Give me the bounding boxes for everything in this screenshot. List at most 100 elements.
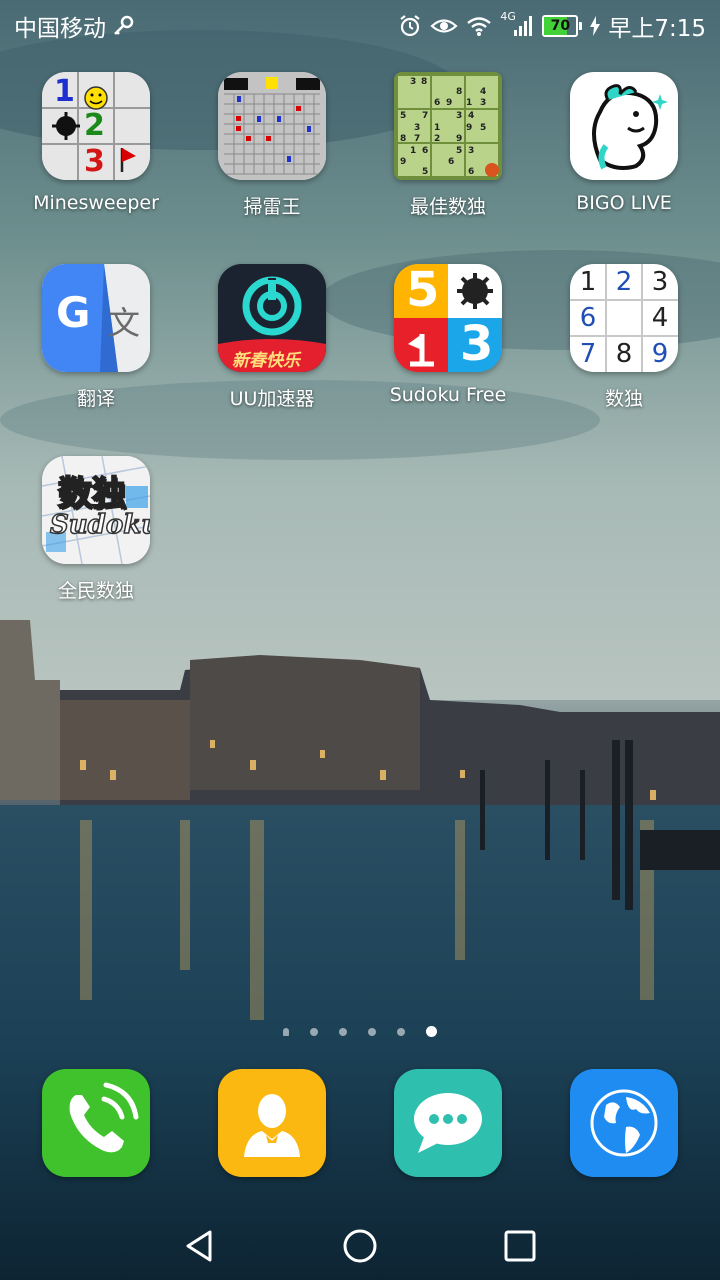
- translate-g: G: [56, 288, 91, 337]
- svg-text:9: 9: [400, 157, 406, 167]
- app-label: 全民数独: [57, 580, 134, 602]
- app-translate[interactable]: G 文 翻译: [8, 264, 184, 411]
- sudoku-cell: [606, 300, 642, 336]
- page-dot[interactable]: [282, 1027, 289, 1036]
- svg-text:5: 5: [400, 111, 406, 121]
- phone-icon: [42, 1069, 150, 1177]
- home-icon[interactable]: [340, 1226, 380, 1266]
- svg-text:5: 5: [456, 146, 462, 156]
- mine-digit-1: 1: [54, 74, 75, 109]
- messages-icon: [394, 1069, 502, 1177]
- app-bigo-live[interactable]: BIGO LIVE: [536, 72, 712, 214]
- carrier-name: 中国移动: [14, 16, 106, 42]
- app-label: 最佳数独: [409, 196, 486, 218]
- page-dot[interactable]: [309, 1027, 318, 1036]
- svg-text:3: 3: [456, 111, 462, 121]
- navigation-bar: [0, 1208, 720, 1280]
- svg-text:1: 1: [410, 146, 416, 156]
- sudoku-free-3: 3: [460, 316, 494, 372]
- sudoku-cell: 4: [651, 303, 669, 333]
- app-label: 翻译: [76, 388, 115, 410]
- translate-icon: G 文: [42, 264, 150, 372]
- app-minesweeper[interactable]: 1 2 3 Minesweeper: [8, 72, 184, 214]
- svg-text:2: 2: [434, 134, 440, 144]
- page-dot[interactable]: [338, 1027, 347, 1036]
- eye-comfort-icon: [430, 19, 458, 33]
- sudoku-free-5: 5: [406, 264, 440, 318]
- wifi-icon: [467, 17, 492, 36]
- app-sudoku-free[interactable]: 5 1 3 Sudoku Free: [360, 264, 536, 406]
- quanmin-sub: Sudoku: [49, 509, 150, 541]
- app-best-sudoku[interactable]: 3884 6913 5734 3195 8729 1653 9656 最佳数独: [360, 72, 536, 219]
- contacts-icon: [218, 1069, 326, 1177]
- app-label: 数独: [604, 388, 643, 410]
- svg-text:3: 3: [410, 77, 416, 87]
- dock-phone[interactable]: [8, 1069, 184, 1177]
- dock-messages[interactable]: [360, 1069, 536, 1177]
- app-label: UU加速器: [229, 388, 315, 410]
- charging-icon: [590, 16, 601, 36]
- minesweeper-icon: 1 2 3: [42, 72, 150, 180]
- mine-digit-2: 2: [84, 108, 105, 143]
- uu-banner-text: 新春快乐: [232, 351, 300, 371]
- sudoku-cell: 1: [579, 267, 597, 297]
- battery-level: 70: [550, 18, 571, 34]
- svg-text:3: 3: [414, 123, 420, 133]
- status-right: 4G 70 早上7:15: [398, 9, 706, 43]
- svg-text:6: 6: [448, 157, 454, 167]
- sudoku-icon: 1 2 3 6 4 7 8 9: [570, 264, 678, 372]
- svg-text:3: 3: [468, 146, 474, 156]
- status-bar: 中国移动 4G 70 早上7:15: [0, 0, 720, 50]
- uu-accelerator-icon: 新春快乐: [218, 264, 326, 372]
- recents-icon[interactable]: [500, 1226, 540, 1266]
- page-dot[interactable]: [368, 1027, 377, 1036]
- page-dot[interactable]: [397, 1027, 406, 1036]
- status-left: 中国移动: [14, 9, 134, 43]
- sudoku-free-icon: 5 1 3: [394, 264, 502, 372]
- dock-contacts[interactable]: [184, 1069, 360, 1177]
- app-label: BIGO LIVE: [576, 192, 672, 214]
- translate-wen: 文: [108, 304, 141, 342]
- app-uu-accelerator[interactable]: 新春快乐 UU加速器: [184, 264, 360, 411]
- svg-text:5: 5: [422, 167, 428, 177]
- quanmin-sudoku-icon: 数独 Sudoku: [42, 456, 150, 564]
- dock-browser[interactable]: [536, 1069, 712, 1177]
- page-indicator: [0, 1021, 720, 1040]
- svg-text:9: 9: [456, 134, 462, 144]
- svg-text:1: 1: [434, 123, 440, 133]
- svg-text:6: 6: [422, 146, 428, 156]
- sudoku-cell: 2: [615, 267, 633, 297]
- sudoku-cell: 3: [651, 267, 669, 297]
- svg-text:8: 8: [456, 87, 462, 97]
- svg-text:6: 6: [434, 98, 440, 108]
- svg-text:9: 9: [446, 98, 452, 108]
- page-dot-active[interactable]: [426, 1026, 438, 1037]
- alarm-icon: [400, 15, 421, 37]
- svg-text:8: 8: [400, 134, 406, 144]
- app-sudoku[interactable]: 1 2 3 6 4 7 8 9 数独: [536, 264, 712, 411]
- app-label: Minesweeper: [33, 192, 159, 214]
- key-icon: [114, 15, 134, 35]
- mine-digit-3: 3: [84, 144, 105, 179]
- sudoku-cell: 9: [651, 339, 669, 369]
- browser-icon: [570, 1069, 678, 1177]
- svg-text:9: 9: [466, 123, 472, 133]
- bigo-live-icon: [570, 72, 678, 180]
- app-minesweeper-king[interactable]: 掃雷王: [184, 72, 360, 219]
- svg-text:3: 3: [480, 98, 486, 108]
- back-icon[interactable]: [180, 1226, 220, 1266]
- best-sudoku-icon: 3884 6913 5734 3195 8729 1653 9656: [394, 72, 502, 180]
- app-quanmin-sudoku[interactable]: 数独 Sudoku 全民数独: [8, 456, 184, 603]
- sudoku-cell: 7: [579, 339, 597, 369]
- svg-text:1: 1: [466, 98, 472, 108]
- cellular-signal-icon: 4G: [500, 10, 534, 38]
- svg-text:4: 4: [468, 111, 474, 121]
- svg-text:6: 6: [468, 167, 474, 177]
- sudoku-cell: 8: [615, 339, 633, 369]
- app-label: Sudoku Free: [389, 384, 507, 406]
- minesweeper-king-icon: [218, 72, 326, 180]
- battery-icon: 70: [542, 15, 583, 37]
- sudoku-cell: 6: [579, 303, 597, 333]
- svg-text:5: 5: [480, 123, 486, 133]
- svg-text:7: 7: [414, 134, 420, 144]
